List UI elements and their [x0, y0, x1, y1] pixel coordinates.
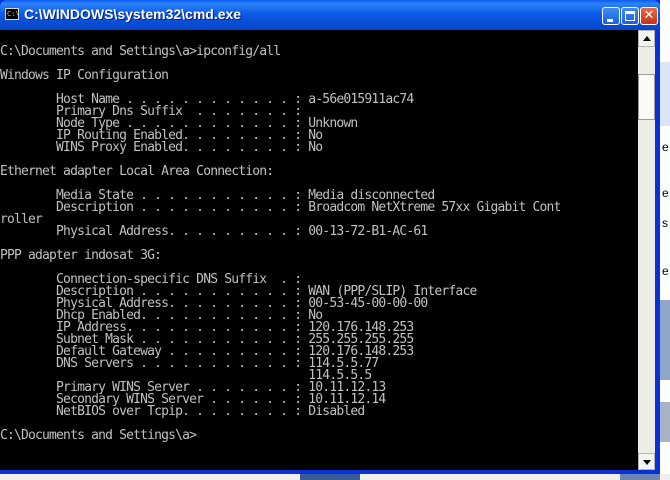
title-bar[interactable]: C:\ C:\WINDOWS\system32\cmd.exe ✕ — [0, 0, 660, 30]
console-line: Physical Address. . . . . . . . . : 00-1… — [0, 224, 428, 239]
window-border — [655, 30, 660, 470]
background-image — [300, 474, 360, 480]
cmd-window: C:\ C:\WINDOWS\system32\cmd.exe ✕ C:\Doc… — [0, 0, 660, 470]
background-image — [620, 474, 660, 480]
background-window-edge — [660, 0, 670, 480]
command-prompt-icon[interactable]: C:\ — [5, 8, 19, 20]
background-taskbar-edge — [0, 474, 670, 480]
background-panel — [660, 62, 670, 126]
scroll-down-button[interactable] — [638, 453, 655, 470]
close-icon: ✕ — [643, 8, 655, 23]
background-text: e — [662, 264, 669, 278]
console-line: WINS Proxy Enabled. . . . . . . . : No — [0, 140, 323, 155]
close-button[interactable]: ✕ — [640, 7, 658, 25]
arrow-down-icon — [643, 460, 651, 465]
background-image — [660, 402, 670, 442]
maximize-button[interactable] — [621, 7, 639, 25]
window-border — [0, 470, 660, 474]
console-line: NetBIOS over Tcpip. . . . . . . . : Disa… — [0, 404, 365, 419]
minimize-button[interactable] — [602, 7, 620, 25]
console-text: C:\Documents and Settings\a>ipconfig/all… — [0, 44, 561, 443]
background-text: e — [662, 186, 669, 200]
console-line: C:\Documents and Settings\a> — [0, 428, 197, 443]
scroll-up-button[interactable] — [638, 30, 655, 47]
console-line: Windows IP Configuration — [0, 68, 169, 83]
minimize-icon — [607, 19, 613, 22]
background-image — [660, 300, 670, 380]
console-line: Description . . . . . . . . . . . : Broa… — [0, 200, 561, 215]
background-text: s — [662, 216, 668, 230]
console-line: Ethernet adapter Local Area Connection: — [0, 164, 274, 179]
window-title: C:\WINDOWS\system32\cmd.exe — [24, 6, 242, 22]
arrow-up-icon — [643, 36, 651, 41]
maximize-icon — [625, 11, 635, 21]
scrollbar-thumb[interactable] — [638, 74, 655, 120]
console-line: PPP adapter indosat 3G: — [0, 248, 162, 263]
console-output[interactable]: C:\Documents and Settings\a>ipconfig/all… — [0, 30, 638, 470]
background-text: e — [662, 140, 669, 154]
console-line: C:\Documents and Settings\a>ipconfig/all — [0, 44, 281, 59]
vertical-scrollbar[interactable] — [638, 30, 655, 470]
